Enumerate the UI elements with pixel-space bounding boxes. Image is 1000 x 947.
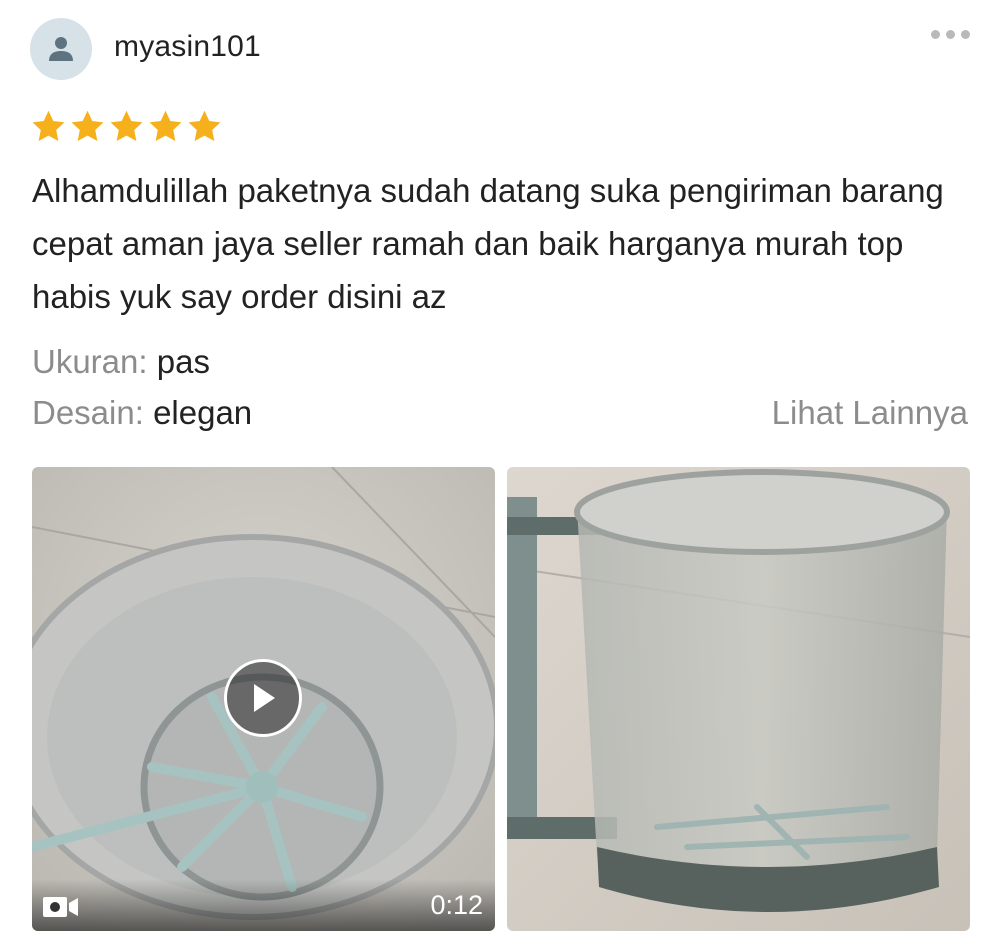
video-overlay-bar	[32, 879, 495, 931]
star-icon	[32, 110, 65, 141]
star-rating	[30, 108, 223, 145]
see-more-link[interactable]: Lihat Lainnya	[772, 393, 968, 433]
play-icon	[254, 684, 275, 712]
video-camera-icon	[43, 897, 78, 917]
review-card: myasin101 Alhamdulillah paketnya sudah d…	[0, 0, 1000, 947]
star-icon	[110, 110, 143, 141]
video-duration: 0:12	[430, 890, 483, 920]
star-icon	[188, 110, 221, 141]
star-icon	[71, 110, 104, 141]
more-dots-icon[interactable]	[931, 30, 970, 39]
attribute-value: elegan	[153, 394, 253, 431]
attribute-value: pas	[156, 343, 210, 380]
reviewer-username[interactable]: myasin101	[114, 30, 261, 64]
product-photo-image	[507, 467, 970, 931]
review-comment: Alhamdulillah paketnya sudah datang suka…	[32, 172, 944, 315]
attribute-key: Desain:	[32, 394, 144, 431]
avatar[interactable]	[30, 18, 92, 80]
play-button[interactable]	[224, 659, 302, 737]
review-video-thumbnail[interactable]: 0:12	[32, 467, 495, 931]
attribute-design: Desain: elegan	[32, 393, 252, 433]
user-icon	[49, 37, 73, 61]
attribute-key: Ukuran:	[32, 343, 148, 380]
star-icon	[149, 110, 182, 141]
review-photo-thumbnail[interactable]	[507, 467, 970, 931]
attribute-size: Ukuran: pas	[32, 342, 210, 382]
